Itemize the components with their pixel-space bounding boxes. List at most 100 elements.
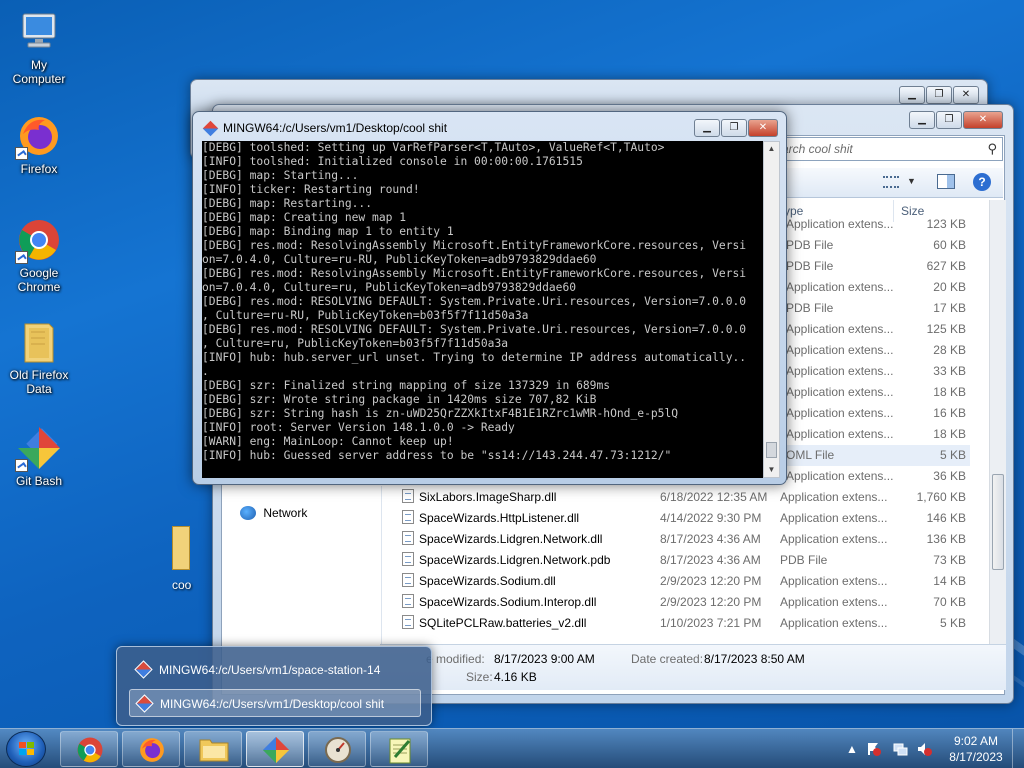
file-name[interactable]: SpaceWizards.HttpListener.dll: [398, 508, 579, 529]
file-row[interactable]: Application extens... 33 KB: [780, 361, 970, 382]
start-button[interactable]: [6, 731, 46, 767]
file-size: 5 KB: [939, 448, 966, 462]
shortcut-arrow-icon: [15, 147, 28, 160]
file-size: 136 KB: [926, 532, 966, 546]
desktop-icon-google-chrome[interactable]: Google Chrome: [4, 216, 74, 294]
file-type: Application extens...: [780, 574, 888, 588]
scroll-down-icon[interactable]: ▼: [764, 463, 779, 477]
file-name[interactable]: SpaceWizards.Lidgren.Network.pdb: [398, 550, 610, 571]
file-row[interactable]: PDB File 17 KB: [780, 298, 970, 319]
volume-muted-icon[interactable]: [916, 741, 932, 757]
desktop-icon-git-bash[interactable]: Git Bash: [4, 424, 74, 488]
file-row[interactable]: Application extens... 16 KB: [780, 403, 970, 424]
maximize-button[interactable]: ❐: [721, 119, 747, 137]
action-center-icon[interactable]: [866, 741, 882, 757]
minimize-button[interactable]: ▁: [694, 119, 720, 137]
file-row[interactable]: Application extens... 36 KB: [780, 466, 970, 487]
shortcut-arrow-icon: [15, 459, 28, 472]
file-name[interactable]: SixLabors.ImageSharp.dll: [398, 487, 556, 508]
file-type: PDB File: [786, 259, 834, 273]
nav-item-label: Network: [263, 506, 308, 520]
help-icon[interactable]: ?: [973, 173, 991, 191]
file-name[interactable]: SpaceWizards.Lidgren.Network.dll: [398, 529, 602, 550]
scrollbar-thumb[interactable]: [992, 474, 1004, 570]
file-row[interactable]: Application extens... 18 KB: [780, 424, 970, 445]
taskbar-notepad-button[interactable]: [370, 731, 428, 767]
chevron-down-icon[interactable]: ▼: [907, 176, 916, 186]
preview-pane-icon[interactable]: [937, 174, 955, 189]
file-name[interactable]: SQLitePCLRaw.batteries_v2.dll: [398, 613, 586, 634]
desktop-icon-firefox[interactable]: Firefox: [4, 112, 74, 176]
desktop-icon-label: coo: [172, 578, 192, 592]
computer-icon: [15, 8, 63, 56]
system-clock[interactable]: 9:02 AM 8/17/2023: [946, 733, 1006, 765]
window-controls: ▁ ❐ ✕: [908, 111, 1003, 129]
taskbar-explorer-button[interactable]: [184, 731, 242, 767]
command-bar: ▼ ?: [775, 168, 1003, 198]
network-icon[interactable]: [892, 741, 908, 757]
file-row[interactable]: PDB File 627 KB: [780, 256, 970, 277]
file-type: Application extens...: [786, 427, 894, 441]
file-row[interactable]: Application extens... 20 KB: [780, 277, 970, 298]
console-text: [DEBG] toolshed: Setting up VarRefParser…: [202, 141, 747, 462]
file-row[interactable]: Application extens... 18 KB: [780, 382, 970, 403]
file-size: 18 KB: [933, 427, 966, 441]
file-size: 125 KB: [926, 322, 966, 336]
taskbar-git-bash-button[interactable]: [246, 731, 304, 767]
file-row[interactable]: Application extens... 123 KB: [780, 214, 970, 235]
desktop-icon-my-computer[interactable]: My Computer: [4, 8, 74, 86]
nav-pane-divider: [381, 486, 382, 644]
tray-overflow-icon[interactable]: ▲: [844, 741, 860, 757]
file-row[interactable]: OML File 5 KB: [780, 445, 970, 466]
explorer-scrollbar[interactable]: [989, 200, 1006, 644]
close-button[interactable]: ✕: [953, 86, 979, 104]
console-scrollbar[interactable]: ▲ ▼: [763, 141, 780, 478]
file-name[interactable]: SpaceWizards.Sodium.dll: [398, 571, 556, 592]
file-size: 146 KB: [926, 511, 966, 525]
file-type: Application extens...: [780, 532, 888, 546]
minimize-button[interactable]: ▁: [899, 86, 925, 104]
file-type: Application extens...: [780, 511, 888, 525]
search-icon[interactable]: ⚲: [987, 141, 997, 157]
file-size: 28 KB: [933, 343, 966, 357]
file-size: 73 KB: [933, 553, 966, 567]
file-date: 8/17/2023 4:36 AM: [660, 532, 761, 546]
taskbar-chrome-button[interactable]: [60, 731, 118, 767]
git-bash-icon: [134, 660, 153, 679]
file-name[interactable]: SpaceWizards.Sodium.Interop.dll: [398, 592, 596, 613]
console-output[interactable]: [DEBG] toolshed: Setting up VarRefParser…: [202, 141, 763, 478]
maximize-button[interactable]: ❐: [926, 86, 952, 104]
window-list-item[interactable]: MINGW64:/c/Users/vm1/space-station-14: [129, 656, 421, 684]
file-type: PDB File: [786, 238, 834, 252]
scrollbar-thumb[interactable]: [766, 442, 777, 458]
file-row[interactable]: PDB File 60 KB: [780, 235, 970, 256]
close-button[interactable]: ✕: [748, 119, 778, 137]
taskbar: ▲ 9:02 AM 8/17/2023: [0, 728, 1024, 768]
file-type: Application extens...: [780, 490, 888, 504]
view-options-icon[interactable]: [883, 176, 899, 188]
taskbar-app-button[interactable]: [308, 731, 366, 767]
window-list-item-active[interactable]: MINGW64:/c/Users/vm1/Desktop/cool shit: [129, 689, 421, 717]
file-date: 2/9/2023 12:20 PM: [660, 574, 762, 588]
file-row[interactable]: Application extens... 28 KB: [780, 340, 970, 361]
desktop-icon-partial-folder[interactable]: coo: [172, 526, 194, 596]
close-button[interactable]: ✕: [963, 111, 1003, 129]
desktop-icon-old-firefox-data[interactable]: Old Firefox Data: [4, 318, 74, 396]
git-bash-icon: [262, 736, 290, 764]
file-type: Application extens...: [786, 385, 894, 399]
desktop-icon-label: Google Chrome: [17, 266, 61, 294]
file-type: OML File: [786, 448, 835, 462]
file-row[interactable]: Application extens... 125 KB: [780, 319, 970, 340]
file-size: 60 KB: [933, 238, 966, 252]
maximize-button[interactable]: ❐: [936, 111, 962, 129]
file-size: 14 KB: [933, 574, 966, 588]
taskbar-firefox-button[interactable]: [122, 731, 180, 767]
nav-item-network[interactable]: Network: [240, 503, 307, 523]
search-input[interactable]: arch cool shit ⚲: [775, 137, 1003, 161]
show-desktop-button[interactable]: [1012, 729, 1024, 768]
scroll-up-icon[interactable]: ▲: [764, 142, 779, 156]
minimize-button[interactable]: ▁: [909, 111, 935, 129]
search-placeholder: arch cool shit: [782, 142, 853, 156]
file-type: Application extens...: [786, 406, 894, 420]
console-window[interactable]: MINGW64:/c/Users/vm1/Desktop/cool shit ▁…: [192, 111, 787, 485]
